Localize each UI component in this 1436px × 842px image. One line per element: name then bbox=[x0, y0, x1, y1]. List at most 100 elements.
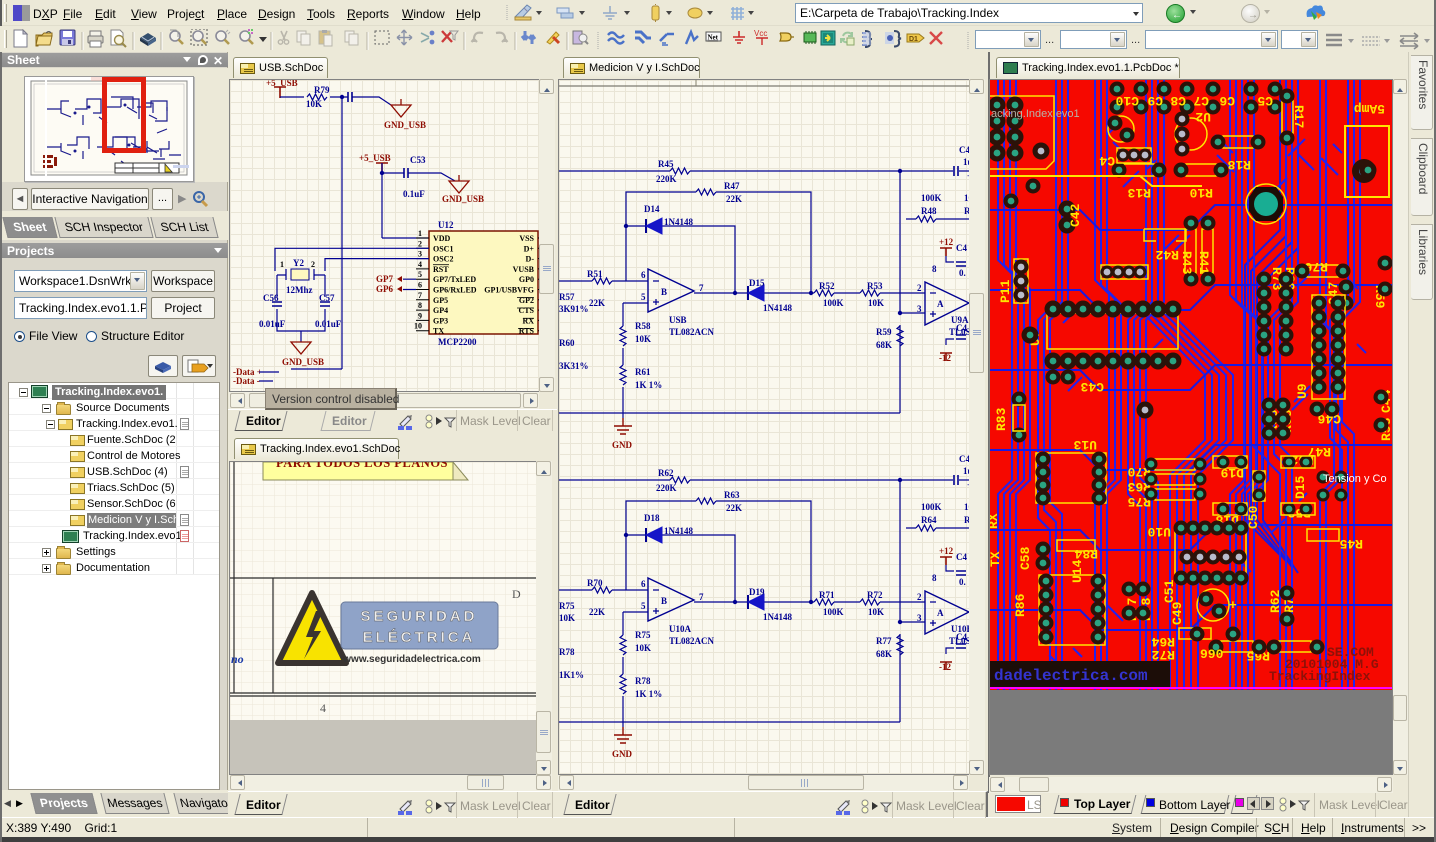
svg-text:1N4148: 1N4148 bbox=[763, 303, 792, 313]
svg-text:U9: U9 bbox=[1295, 383, 1310, 399]
svg-text:C56: C56 bbox=[263, 293, 279, 303]
svg-text:4: 4 bbox=[418, 260, 422, 269]
svg-text:A: A bbox=[937, 608, 944, 618]
svg-text:ELÉCTRICA: ELÉCTRICA bbox=[363, 629, 476, 646]
svg-text:2: 2 bbox=[418, 239, 422, 248]
svg-text:VDD: VDD bbox=[433, 234, 451, 243]
svg-text:R51: R51 bbox=[587, 269, 603, 279]
svg-text:R47: R47 bbox=[724, 181, 740, 191]
svg-text:TX: TX bbox=[990, 551, 1003, 567]
svg-text:MCP2200: MCP2200 bbox=[438, 337, 477, 347]
svg-text:5: 5 bbox=[418, 270, 422, 279]
svg-text:12Mhz: 12Mhz bbox=[286, 285, 313, 295]
svg-text:1K 1%: 1K 1% bbox=[635, 380, 662, 390]
svg-text:0.01uF: 0.01uF bbox=[259, 319, 286, 329]
svg-text:1N4148: 1N4148 bbox=[763, 612, 792, 622]
svg-text:10K: 10K bbox=[635, 643, 651, 653]
svg-text:R48: R48 bbox=[921, 206, 937, 216]
svg-text:7: 7 bbox=[418, 291, 422, 300]
svg-text:U10A: U10A bbox=[669, 624, 691, 634]
svg-text:R72: R72 bbox=[1151, 647, 1175, 662]
svg-text:C43: C43 bbox=[1080, 379, 1104, 394]
svg-text:+5_USB: +5_USB bbox=[359, 153, 391, 163]
svg-text:220K: 220K bbox=[656, 483, 677, 493]
svg-text:R58: R58 bbox=[635, 321, 651, 331]
svg-text:10K: 10K bbox=[559, 613, 575, 623]
svg-text:10: 10 bbox=[414, 322, 422, 331]
svg-text:10K: 10K bbox=[306, 99, 322, 109]
svg-text:R70: R70 bbox=[587, 578, 603, 588]
svg-text:C4: C4 bbox=[956, 323, 967, 333]
svg-text:0.: 0. bbox=[959, 268, 966, 278]
svg-text:R42: R42 bbox=[1155, 247, 1179, 262]
svg-text:9: 9 bbox=[418, 311, 422, 320]
svg-text:C4: C4 bbox=[956, 632, 967, 642]
svg-text:OSC2: OSC2 bbox=[433, 255, 453, 264]
svg-text:22K: 22K bbox=[589, 298, 605, 308]
svg-text:10K: 10K bbox=[635, 334, 651, 344]
svg-text:7: 7 bbox=[699, 592, 704, 602]
svg-text:D-: D- bbox=[526, 255, 535, 264]
svg-text:C4: C4 bbox=[1099, 153, 1115, 168]
svg-text:D15: D15 bbox=[1293, 475, 1308, 499]
svg-text:D18: D18 bbox=[644, 513, 660, 523]
svg-text:10K: 10K bbox=[868, 607, 884, 617]
svg-text:D: D bbox=[512, 587, 521, 601]
svg-text:R78: R78 bbox=[559, 647, 575, 657]
svg-text:VSS: VSS bbox=[519, 234, 534, 243]
svg-text:R13: R13 bbox=[1127, 185, 1151, 200]
svg-text:R41: R41 bbox=[1196, 251, 1211, 275]
svg-text:Net: Net bbox=[708, 34, 719, 42]
svg-text:USB: USB bbox=[669, 315, 687, 325]
svg-text:0.: 0. bbox=[959, 577, 966, 587]
svg-text:B: B bbox=[661, 287, 667, 297]
svg-text:OSC1: OSC1 bbox=[433, 244, 453, 253]
svg-text:CTS: CTS bbox=[518, 306, 534, 315]
svg-text:2: 2 bbox=[917, 283, 922, 293]
svg-text:GP1/USBVFG: GP1/USBVFG bbox=[484, 286, 534, 295]
svg-text:dadelectrica.com: dadelectrica.com bbox=[994, 667, 1148, 685]
svg-text:GP3: GP3 bbox=[433, 316, 448, 325]
svg-text:8: 8 bbox=[418, 301, 422, 310]
svg-text:C8: C8 bbox=[1170, 93, 1186, 108]
svg-text:R77: R77 bbox=[876, 636, 892, 646]
svg-text:R71: R71 bbox=[819, 590, 835, 600]
svg-text:C4: C4 bbox=[959, 454, 969, 464]
svg-text:R57: R57 bbox=[559, 292, 575, 302]
svg-text:RST: RST bbox=[433, 265, 449, 274]
svg-text:0.1uF: 0.1uF bbox=[403, 189, 425, 199]
svg-text:VUSB: VUSB bbox=[513, 265, 535, 274]
svg-text:R75: R75 bbox=[559, 601, 575, 611]
svg-text:1K1%: 1K1% bbox=[559, 670, 584, 680]
svg-text:RX: RX bbox=[990, 513, 1001, 529]
svg-text:+12: +12 bbox=[939, 546, 954, 556]
svg-text:5Amp: 5Amp bbox=[1354, 101, 1385, 116]
svg-text:-Data -: -Data - bbox=[233, 376, 260, 386]
svg-text:C51: C51 bbox=[1162, 579, 1177, 603]
svg-text:B: B bbox=[661, 596, 667, 606]
svg-text:+: + bbox=[1229, 598, 1237, 613]
svg-text:A: A bbox=[937, 299, 944, 309]
svg-text:GP0: GP0 bbox=[519, 275, 534, 284]
svg-text:100K: 100K bbox=[921, 502, 942, 512]
svg-text:22K: 22K bbox=[726, 194, 742, 204]
svg-text:GND: GND bbox=[612, 440, 633, 450]
svg-text:TrackingIndex: TrackingIndex bbox=[1269, 669, 1371, 684]
svg-text:RX: RX bbox=[522, 316, 534, 325]
svg-text:GP6: GP6 bbox=[376, 284, 393, 294]
svg-text:GND_USB: GND_USB bbox=[442, 194, 484, 204]
svg-text:1N4148: 1N4148 bbox=[664, 217, 693, 227]
svg-text:GP7/TxLED: GP7/TxLED bbox=[433, 275, 476, 284]
svg-text:R64: R64 bbox=[1151, 634, 1175, 649]
svg-text:TL082ACN: TL082ACN bbox=[669, 327, 715, 337]
svg-text:22K: 22K bbox=[726, 503, 742, 513]
svg-text:RTS: RTS bbox=[519, 327, 535, 336]
svg-text:990: 990 bbox=[1200, 647, 1224, 662]
svg-text:R62: R62 bbox=[658, 468, 674, 478]
svg-text:no: no bbox=[231, 652, 244, 666]
svg-text:D19: D19 bbox=[749, 587, 765, 597]
svg-text:U12: U12 bbox=[438, 220, 454, 230]
svg-text:R78: R78 bbox=[635, 676, 651, 686]
svg-text:5: 5 bbox=[641, 601, 646, 611]
svg-text:C42: C42 bbox=[1068, 203, 1083, 227]
